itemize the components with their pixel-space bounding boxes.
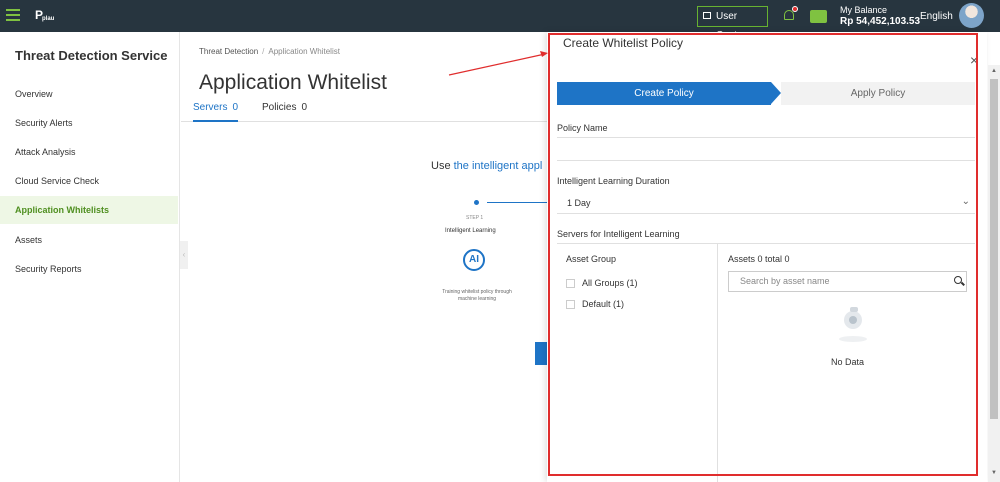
annotation-arrow (448, 51, 548, 76)
